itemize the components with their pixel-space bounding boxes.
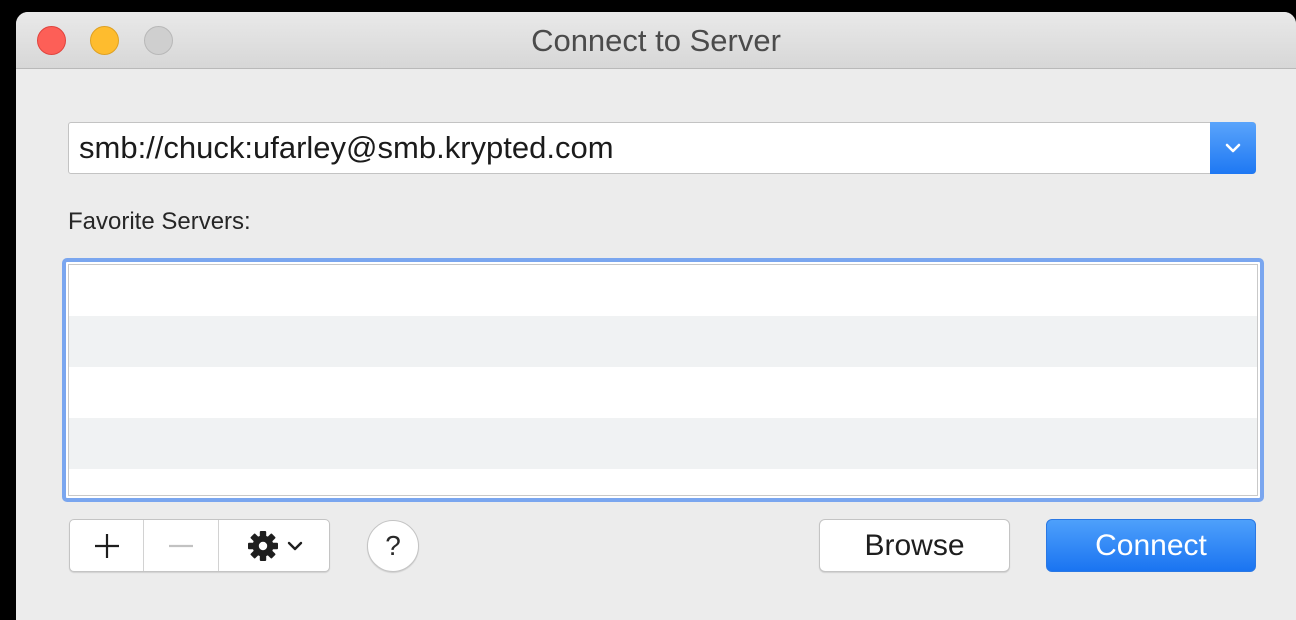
list-item[interactable] <box>69 469 1257 495</box>
list-item[interactable] <box>69 367 1257 418</box>
minus-icon <box>169 544 193 547</box>
list-item[interactable] <box>69 265 1257 316</box>
action-menu-button[interactable] <box>219 520 329 571</box>
gear-icon <box>248 530 278 561</box>
server-address-combobox <box>68 122 1256 174</box>
favorite-servers-list-body <box>68 264 1258 496</box>
recent-servers-dropdown-button[interactable] <box>1210 122 1256 174</box>
connect-to-server-window: Connect to Server Favorite Servers: <box>16 12 1296 620</box>
chevron-down-icon <box>1225 143 1241 153</box>
favorite-servers-list[interactable] <box>62 258 1264 502</box>
connect-button[interactable]: Connect <box>1046 519 1256 572</box>
list-item[interactable] <box>69 316 1257 367</box>
server-address-input[interactable] <box>69 123 1209 173</box>
help-button[interactable]: ? <box>367 520 419 572</box>
title-bar: Connect to Server <box>16 12 1296 69</box>
list-item[interactable] <box>69 418 1257 469</box>
browse-button[interactable]: Browse <box>819 519 1010 572</box>
plus-icon <box>94 533 119 558</box>
chevron-down-icon <box>287 541 303 550</box>
window-title: Connect to Server <box>531 23 781 58</box>
add-favorite-button[interactable] <box>70 520 144 571</box>
remove-favorite-button <box>144 520 219 571</box>
favorite-servers-label: Favorite Servers: <box>68 208 251 235</box>
favorites-segmented-control <box>69 519 330 572</box>
